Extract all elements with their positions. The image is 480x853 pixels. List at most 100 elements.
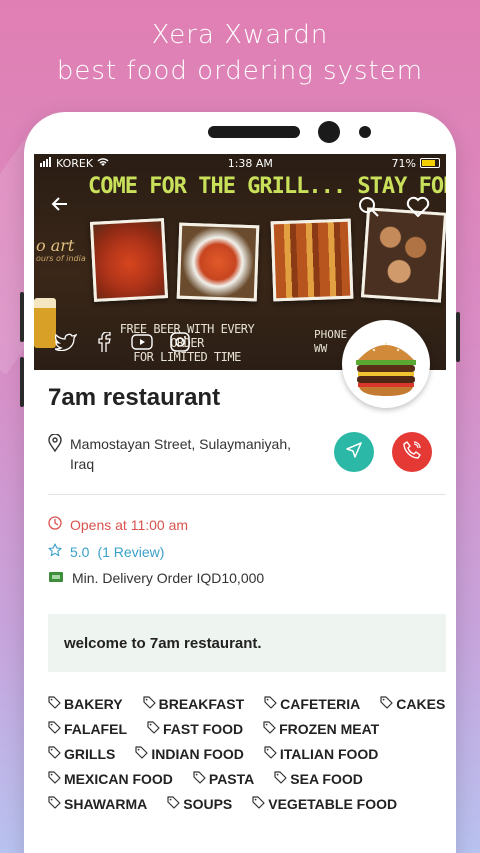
- tag-icon: [274, 771, 287, 787]
- category-tag[interactable]: MEXICAN FOOD: [48, 769, 173, 789]
- facebook-icon[interactable]: [92, 330, 116, 354]
- category-tag[interactable]: SEA FOOD: [274, 769, 363, 789]
- category-tag[interactable]: VEGETABLE FOOD: [252, 794, 397, 814]
- navigate-button[interactable]: [334, 432, 374, 472]
- category-tag-label: MEXICAN FOOD: [64, 771, 173, 787]
- category-tag[interactable]: FROZEN MEAT: [263, 719, 379, 739]
- social-links: [54, 330, 192, 354]
- twitter-icon[interactable]: [54, 330, 78, 354]
- signal-icon: [40, 156, 52, 170]
- divider: [48, 494, 446, 495]
- category-tag[interactable]: BAKERY: [48, 694, 123, 714]
- promo-title: Xera Xwardn: [151, 20, 329, 50]
- category-tag-label: CAFETERIA: [280, 696, 361, 712]
- category-tag-label: BREAKFAST: [158, 696, 245, 712]
- category-tag-label: PASTA: [208, 771, 255, 787]
- category-tag-label: SOUPS: [183, 796, 233, 812]
- back-arrow-icon[interactable]: [50, 194, 70, 218]
- banner-phone-label: PHONE: [314, 328, 348, 341]
- phone-camera: [318, 121, 340, 143]
- category-tag-label: BAKERY: [64, 696, 123, 712]
- tag-icon: [264, 746, 277, 762]
- category-tag-label: SEA FOOD: [290, 771, 363, 787]
- opening-hours: Opens at 11:00 am: [48, 516, 188, 533]
- instagram-icon[interactable]: [168, 330, 192, 354]
- banner-headline: COME FOR THE GRILL... STAY FOR THE: [88, 174, 446, 199]
- category-tag-label: VEGETABLE FOOD: [268, 796, 398, 812]
- tag-icon: [167, 796, 180, 812]
- category-tag[interactable]: SOUPS: [167, 794, 232, 814]
- tag-icon: [147, 721, 160, 737]
- phone-sensor: [359, 126, 371, 138]
- category-tag[interactable]: BREAKFAST: [143, 694, 245, 714]
- battery-icon: [420, 158, 440, 168]
- promo-header: Xera Xwardn best food ordering system: [0, 18, 480, 90]
- heart-icon[interactable]: [406, 196, 430, 222]
- status-bar: KOREK 1:38 AM 71%: [34, 154, 446, 172]
- phone-power-button: [456, 312, 460, 362]
- phone-volume-up: [20, 292, 24, 342]
- location-pin-icon: [48, 433, 62, 474]
- rating-row[interactable]: 5.0 (1 Review): [48, 543, 164, 560]
- category-tag[interactable]: ITALIAN FOOD: [264, 744, 379, 764]
- restaurant-address: Mamostayan Street, Sulaymaniyah, Iraq: [70, 436, 291, 472]
- beer-image: [34, 298, 56, 348]
- opening-hours-text: Opens at 11:00 am: [70, 516, 189, 533]
- category-tag[interactable]: CAKES: [380, 694, 445, 714]
- category-tag-label: INDIAN FOOD: [151, 746, 244, 762]
- category-tags: BAKERY BREAKFAST CAFETERIA CAKES FALAFEL FAST…: [48, 694, 446, 814]
- category-tag[interactable]: FALAFEL: [48, 719, 127, 739]
- category-tag-label: FROZEN MEAT: [279, 721, 380, 737]
- category-tag[interactable]: SHAWARMA: [48, 794, 147, 814]
- food-photo: [270, 218, 354, 302]
- category-tag[interactable]: GRILLS: [48, 744, 115, 764]
- category-tag-label: CAKES: [396, 696, 446, 712]
- star-icon: [48, 543, 62, 560]
- review-count[interactable]: (1 Review): [97, 544, 164, 560]
- tag-icon: [48, 721, 61, 737]
- youtube-icon[interactable]: [130, 330, 154, 354]
- restaurant-logo: [342, 320, 430, 408]
- tag-icon: [48, 746, 61, 762]
- category-tag[interactable]: INDIAN FOOD: [135, 744, 244, 764]
- min-delivery-row: Min. Delivery Order IQD10,000: [48, 570, 264, 586]
- phone-icon: [403, 441, 421, 463]
- welcome-message: welcome to 7am restaurant.: [48, 614, 446, 672]
- wifi-icon: [97, 157, 109, 170]
- banner-logo-sub: ours of india: [36, 254, 86, 263]
- category-tag[interactable]: CAFETERIA: [264, 694, 360, 714]
- tag-icon: [143, 696, 156, 712]
- delivery-icon: [48, 570, 64, 586]
- category-tag-label: FALAFEL: [64, 721, 127, 737]
- navigate-icon: [345, 441, 363, 463]
- food-photo: [89, 218, 169, 302]
- min-delivery-text: Min. Delivery Order IQD10,000: [72, 570, 265, 586]
- restaurant-name: 7am restaurant: [48, 384, 221, 411]
- tag-icon: [48, 771, 61, 787]
- food-photo: [176, 222, 260, 302]
- banner-phone: PHONE WW: [314, 328, 347, 356]
- category-tag-label: SHAWARMA: [64, 796, 148, 812]
- rating-value: 5.0: [70, 543, 90, 560]
- tag-icon: [193, 771, 206, 787]
- tag-icon: [48, 696, 61, 712]
- phone-volume-down: [20, 357, 24, 407]
- address-row: Mamostayan Street, Sulaymaniyah, Iraq: [48, 433, 318, 474]
- status-time: 1:38 AM: [227, 156, 273, 170]
- clock-icon: [48, 516, 62, 533]
- carrier-label: KOREK: [56, 156, 94, 170]
- call-button[interactable]: [392, 432, 432, 472]
- phone-speaker: [208, 126, 300, 138]
- app-screen: COME FOR THE GRILL... STAY FOR THE o art…: [34, 154, 446, 853]
- category-tag[interactable]: PASTA: [193, 769, 254, 789]
- tag-icon: [135, 746, 148, 762]
- tag-icon: [252, 796, 265, 812]
- banner-logo: o art: [36, 236, 75, 255]
- search-icon[interactable]: [358, 196, 380, 222]
- tag-icon: [380, 696, 393, 712]
- category-tag-label: ITALIAN FOOD: [279, 746, 379, 762]
- tag-icon: [263, 721, 276, 737]
- promo-subtitle: best food ordering system: [56, 56, 424, 86]
- category-tag[interactable]: FAST FOOD: [147, 719, 243, 739]
- category-tag-label: GRILLS: [64, 746, 116, 762]
